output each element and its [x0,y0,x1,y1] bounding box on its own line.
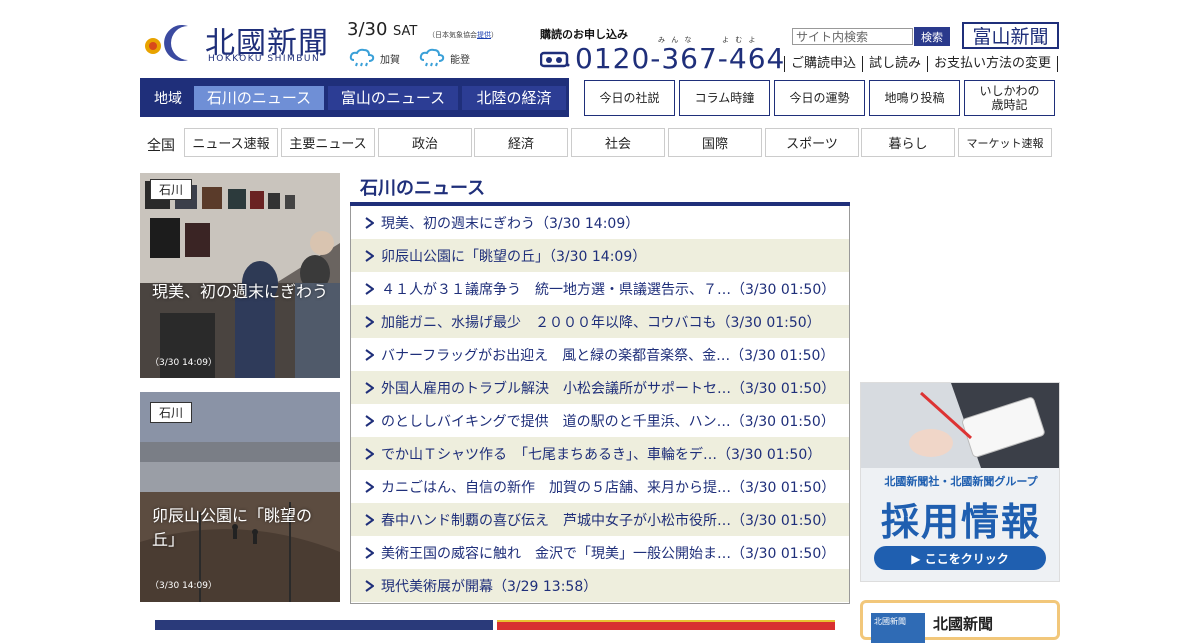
bottom-banner-right[interactable] [497,620,835,630]
hokkoku-small-ad[interactable]: 北國新聞 北國新聞 [860,600,1060,643]
category-economy[interactable]: 経済 [474,128,568,157]
column-jisho-button[interactable]: コラム時鐘 [679,80,770,116]
subscription-links: ご購読申込 試し読み お支払い方法の変更 [784,56,1059,72]
arrow-right-icon [365,513,374,526]
list-item[interactable]: バナーフラッグがお出迎え 風と緑の楽都音楽祭、金…（3/30 01:50） [351,338,849,371]
photo-card[interactable]: 石川 卯辰山公園に「眺望の丘」 （3/30 14:09） [140,392,340,602]
ad-small-logo: 北國新聞 [871,613,925,643]
horoscope-button[interactable]: 今日の運勢 [774,80,865,116]
toyama-shimbun-link[interactable]: 富山新聞 [962,22,1059,49]
photo-card-title[interactable]: 卯辰山公園に「眺望の丘」 [152,504,332,552]
city-view-photo [140,392,340,602]
arrow-right-icon [365,315,374,328]
tab-hokuriku-economy[interactable]: 北陸の経済 [462,85,566,110]
cloud-rain-icon [419,48,445,67]
arrow-right-icon [365,414,374,427]
list-item[interactable]: 現美、初の週末にぎわう（3/30 14:09） [351,206,849,239]
ad-subtitle: 北國新聞社・北國新聞グループ [884,475,1038,488]
list-item[interactable]: のとししバイキングで提供 道の駅のと千里浜、ハン…（3/30 01:50） [351,404,849,437]
cloud-rain-icon [349,48,375,67]
list-item[interactable]: カニごはん、自信の新作 加賀の５店舗、来月から提…（3/30 01:50） [351,470,849,503]
list-item[interactable]: 美術王国の威容に触れ 金沢で「現美」一般公開始ま…（3/30 01:50） [351,536,849,569]
arrow-right-icon [365,249,374,262]
category-international[interactable]: 国際 [668,128,762,157]
subscribe-title[interactable]: 購読のお申し込み [540,26,628,42]
list-item[interactable]: 加能ガニ、水揚げ最少 ２０００年以降、コウバコも（3/30 01:50） [351,305,849,338]
search-input[interactable] [792,28,913,45]
search-button[interactable]: 検索 [914,27,950,46]
ad-small-text: 北國新聞 [933,615,994,633]
weather-credit: （日本気象協会提供） [428,31,498,39]
tab-toyama-news[interactable]: 富山のニュース [328,85,458,110]
region-tag: 石川 [150,402,192,423]
weather-noto[interactable]: 能登 [418,48,470,68]
list-item[interactable]: 卯辰山公園に「眺望の丘」（3/30 14:09） [351,239,849,272]
photo-card-title[interactable]: 現美、初の週末にぎわう [152,280,328,304]
freedial-icon [540,51,570,68]
arrow-right-icon [365,216,374,229]
list-item[interactable]: でか山Ｔシャツ作る 「七尾まちあるき」、車輪をデ…（3/30 01:50） [351,437,849,470]
photo-card[interactable]: 石川 現美、初の週末にぎわう （3/30 14:09） [140,173,340,378]
arrow-right-icon [365,348,374,361]
region-tag: 石川 [150,179,192,200]
photo-card-time: （3/30 14:09） [150,358,218,368]
bottom-banner-left[interactable] [155,620,493,630]
news-list-heading[interactable]: 石川のニュース [350,172,850,206]
weather-credit-link[interactable]: 提供 [477,31,491,39]
category-life[interactable]: 暮らし [861,128,955,157]
subscribe-phone-number[interactable]: 0120-367-464 [575,42,785,75]
category-sports[interactable]: スポーツ [765,128,859,157]
category-politics[interactable]: 政治 [378,128,472,157]
photo-card-time: （3/30 14:09） [150,581,218,591]
region-nav-label: 地域 [154,90,182,107]
list-item[interactable]: ４１人が３１議席争う 統一地方選・県議選告示、７…（3/30 01:50） [351,272,849,305]
tab-ishikawa-news[interactable]: 石川のニュース [194,85,324,110]
category-breaking[interactable]: ニュース速報 [184,128,278,157]
category-top-news[interactable]: 主要ニュース [281,128,375,157]
subscribe-apply-link[interactable]: ご購読申込 [784,56,862,72]
gallery-photo [140,173,340,378]
arrow-right-icon [365,447,374,460]
arrow-right-icon [365,282,374,295]
list-item[interactable]: 春中ハンド制覇の喜び伝え 芦城中女子が小松市役所…（3/30 01:50） [351,503,849,536]
ad-title: 採用情報 [880,500,1041,544]
category-market[interactable]: マーケット速報 [958,128,1052,157]
current-date: 3/30 [347,19,388,40]
list-item[interactable]: 外国人雇用のトラブル解決 小松会議所がサポートセ…（3/30 01:50） [351,371,849,404]
arrow-right-icon [365,546,374,559]
ad-cta-button[interactable]: ▶ ここをクリック [874,546,1046,570]
news-list: 現美、初の週末にぎわう（3/30 14:09） 卯辰山公園に「眺望の丘」（3/3… [350,206,850,604]
editorial-button[interactable]: 今日の社説 [584,80,675,116]
weather-region-label: 能登 [450,54,470,66]
reader-post-button[interactable]: 地鳴り投稿 [869,80,960,116]
hokkoku-logo-mark[interactable] [140,16,198,66]
ishikawa-seasonal-button[interactable]: いしかわの 歳時記 [964,80,1055,116]
list-item[interactable]: 現代美術展が開幕（3/29 13:58） [351,569,849,602]
recruitment-ad-banner[interactable]: 北國新聞社・北國新聞グループ 採用情報 ▶ ここをクリック [860,382,1060,582]
region-nav: 地域 石川のニュース 富山のニュース 北陸の経済 [140,78,569,117]
logo-text-en: HOKKOKU SHIMBUN [208,54,321,64]
day-of-week: SAT [393,24,418,39]
arrow-right-icon [365,480,374,493]
arrow-right-icon [365,579,374,592]
category-society[interactable]: 社会 [571,128,665,157]
category-national-label[interactable]: 全国 [147,135,175,155]
weather-kaga[interactable]: 加賀 [348,48,400,68]
weather-region-label: 加賀 [380,54,400,66]
trial-read-link[interactable]: 試し読み [862,56,927,72]
arrow-right-icon [365,381,374,394]
payment-change-link[interactable]: お支払い方法の変更 [927,56,1059,72]
